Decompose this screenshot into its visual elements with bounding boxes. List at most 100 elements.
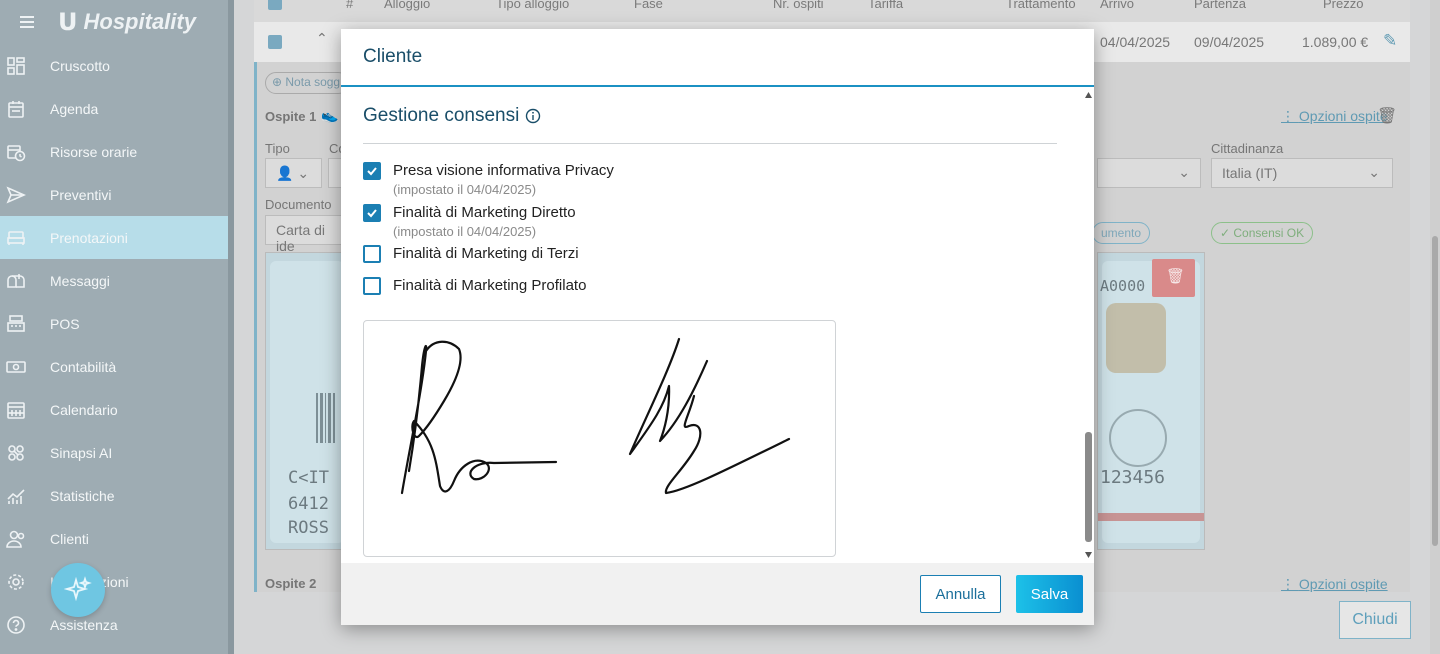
modal-scrollbar-thumb[interactable] [1085, 432, 1092, 542]
consent-checkbox[interactable] [363, 204, 381, 222]
close-button[interactable]: Chiudi [1339, 601, 1411, 639]
scroll-down-arrow-icon[interactable] [1084, 551, 1093, 559]
sidebar-item-assistenza[interactable]: Assistenza [0, 603, 234, 646]
field-select-hidden[interactable]: ⌄ [1097, 158, 1201, 188]
sidebar-item-statistiche[interactable]: Statistiche [0, 474, 234, 517]
sidebar-item-messaggi[interactable]: Messaggi [0, 259, 234, 302]
sidebar-item-risorse-orarie[interactable]: Risorse orarie [0, 130, 234, 173]
select-all-checkbox[interactable] [268, 0, 282, 10]
calendar-clock-icon [6, 142, 26, 162]
check-icon [367, 209, 377, 218]
col-prezzo[interactable]: Prezzo [1323, 0, 1363, 11]
consensi-ok-label: Consensi OK [1233, 226, 1305, 240]
cancel-button[interactable]: Annulla [920, 575, 1001, 613]
logo-mark: U [58, 8, 78, 36]
note-label: Nota sogg [285, 75, 341, 89]
check-icon: ✓ [1220, 226, 1234, 240]
svg-text:6412: 6412 [288, 494, 329, 514]
chart-icon [6, 486, 26, 506]
document-front-card[interactable]: C<IT 6412 ROSS [265, 252, 347, 550]
delete-document-button[interactable]: 🗑 [1152, 259, 1195, 297]
svg-text:A0000: A0000 [1100, 277, 1145, 295]
col-arrivo[interactable]: Arrivo [1100, 0, 1134, 11]
page-scrollbar-thumb[interactable] [1432, 236, 1438, 546]
consensi-ok-chip[interactable]: ✓ Consensi OK [1211, 222, 1314, 244]
consent-marketing-diretto[interactable]: Finalità di Marketing Diretto (impostato… [363, 203, 576, 241]
col-partenza[interactable]: Partenza [1194, 0, 1246, 11]
help-icon [6, 615, 26, 635]
sidebar-item-label: Cruscotto [50, 57, 110, 74]
trash-icon[interactable]: 🗑 [1377, 106, 1397, 126]
signature-pad[interactable] [363, 320, 836, 557]
documento-select[interactable]: Carta di ide [265, 215, 345, 254]
sidebar-item-label: Messaggi [50, 272, 110, 289]
kebab-icon: ⋮ [1281, 108, 1299, 124]
svg-text:123456: 123456 [1100, 467, 1165, 488]
sidebar-item-pos[interactable]: POS [0, 302, 234, 345]
sidebar-item-impostazioni[interactable]: Impostazioni [0, 560, 234, 603]
send-icon [6, 185, 26, 205]
gear-icon [6, 572, 26, 592]
sidebar-item-label: Preventivi [50, 186, 112, 203]
sidebar-item-cruscotto[interactable]: Cruscotto [0, 44, 234, 87]
sidebar-item-agenda[interactable]: Agenda [0, 87, 234, 130]
col-tipo-alloggio[interactable]: Tipo alloggio [496, 0, 569, 11]
info-icon[interactable] [525, 108, 541, 124]
dashboard-icon [6, 56, 26, 76]
mailbox-icon [6, 271, 26, 291]
sidebar-item-sinapsi-ai[interactable]: Sinapsi AI [0, 431, 234, 474]
cell-arrivo: 04/04/2025 [1100, 34, 1171, 50]
consent-checkbox[interactable] [363, 277, 381, 295]
documento-label: Documento [265, 197, 332, 212]
guest-options-link-2[interactable]: ⋮ Opzioni ospite [1281, 576, 1388, 593]
page-scrollbar[interactable] [1430, 0, 1440, 654]
sidebar-item-preventivi[interactable]: Preventivi [0, 173, 234, 216]
edit-pencil-icon[interactable]: ✎ [1383, 31, 1397, 51]
col-tariffa[interactable]: Tariffa [868, 0, 903, 11]
cittadinanza-select[interactable]: Italia (IT) ⌄ [1211, 158, 1393, 188]
modal-header: Cliente [341, 29, 1094, 87]
sidebar-item-label: POS [50, 315, 80, 332]
note-button[interactable]: ⊕ Nota sogg [265, 72, 350, 94]
trash-icon: 🗑 [1166, 268, 1186, 285]
bed-icon [6, 228, 26, 248]
sidebar-item-prenotazioni[interactable]: Prenotazioni [0, 216, 228, 259]
section-title: Gestione consensi [363, 105, 541, 127]
consent-label: Finalità di Marketing Profilato [393, 277, 587, 294]
consent-checkbox[interactable] [363, 162, 381, 180]
brand: U Hospitality [0, 0, 234, 44]
sidebar-item-clienti[interactable]: Clienti [0, 517, 234, 560]
consent-label: Finalità di Marketing di Terzi [393, 245, 579, 262]
consent-checkbox[interactable] [363, 245, 381, 263]
save-button[interactable]: Salva [1016, 575, 1083, 613]
tipo-select[interactable]: 👤 ⌄ [265, 158, 322, 188]
collapse-chevron-icon[interactable]: ⌃ [316, 30, 328, 47]
scroll-up-arrow-icon[interactable] [1084, 91, 1093, 99]
ai-icon [6, 443, 26, 463]
guest-options-link[interactable]: ⋮ Opzioni ospite [1281, 108, 1388, 125]
consent-marketing-terzi[interactable]: Finalità di Marketing di Terzi [363, 244, 579, 264]
consent-label: Presa visione informativa Privacy [393, 162, 614, 179]
shoe-icon: 👟 [321, 107, 339, 123]
col-trattamento[interactable]: Trattamento [1006, 0, 1076, 11]
document-chip[interactable]: umento [1092, 222, 1151, 244]
sidebar-item-label: Clienti [50, 530, 89, 547]
consent-privacy[interactable]: Presa visione informativa Privacy (impos… [363, 161, 614, 199]
sidebar-item-label: Prenotazioni [50, 229, 128, 246]
modal-scrollbar[interactable] [1083, 89, 1094, 563]
ai-assistant-button[interactable] [51, 563, 105, 617]
consent-marketing-profilato[interactable]: Finalità di Marketing Profilato [363, 276, 586, 296]
modal-footer: Annulla Salva [341, 563, 1094, 625]
sidebar-item-calendario[interactable]: Calendario [0, 388, 234, 431]
hamburger-menu-icon[interactable] [20, 16, 34, 28]
divider [363, 143, 1057, 144]
modal-body: Gestione consensi Presa visione informat… [341, 89, 1094, 563]
col-alloggio[interactable]: Alloggio [384, 0, 430, 11]
sidebar-item-contabilita[interactable]: Contabilità [0, 345, 234, 388]
row-checkbox[interactable] [268, 35, 282, 49]
col-fase[interactable]: Fase [634, 0, 663, 11]
signature-drawing [400, 337, 791, 495]
plus-icon: ⊕ [272, 75, 286, 89]
consent-date: (impostato il 04/04/2025) [393, 182, 537, 197]
col-nr-ospiti[interactable]: Nr. ospiti [773, 0, 824, 11]
